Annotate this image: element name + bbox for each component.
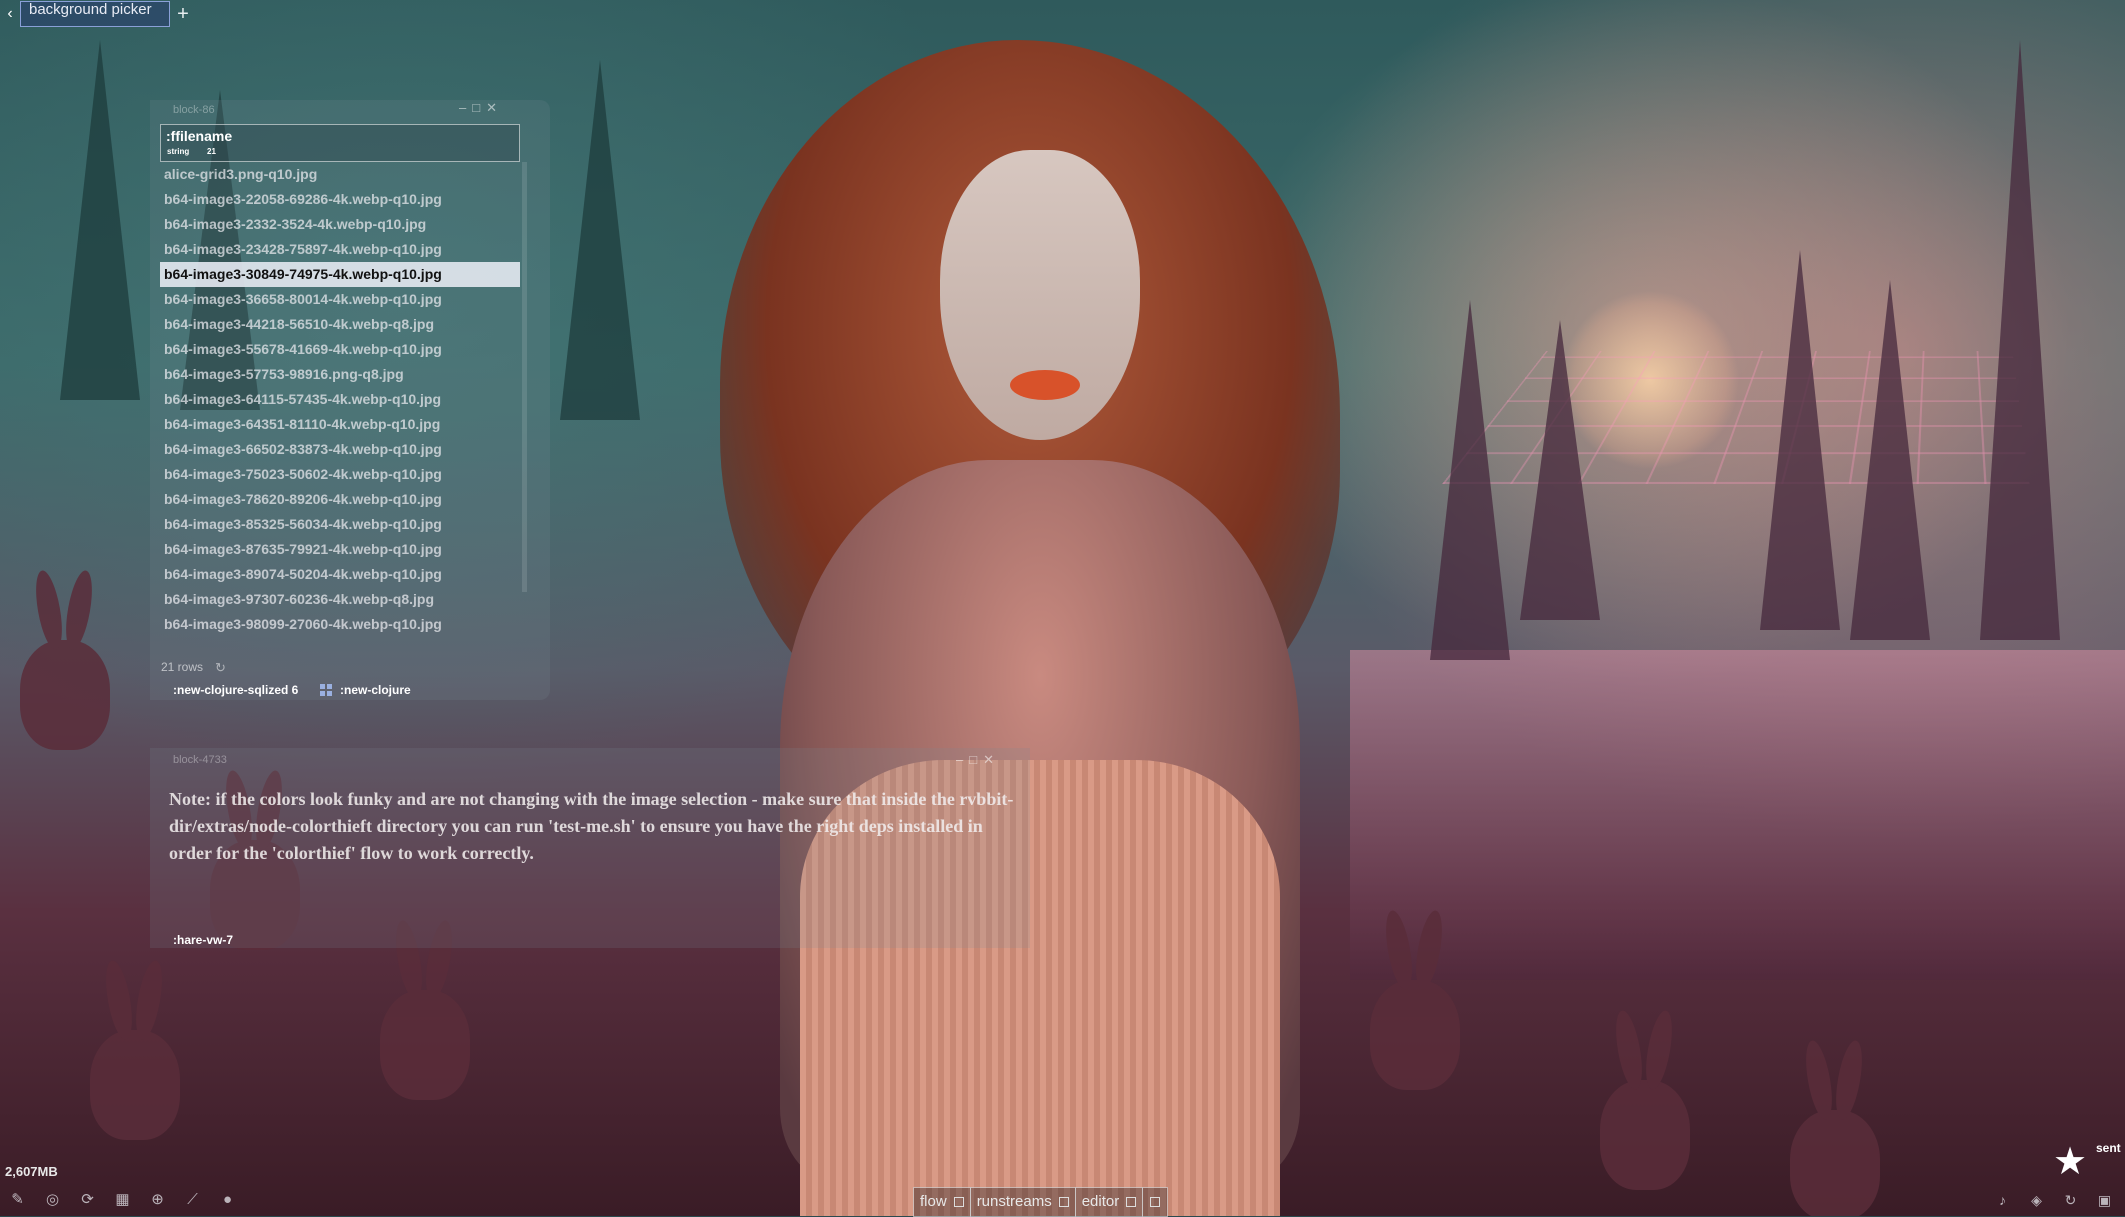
tab-back-button[interactable]: ‹	[0, 5, 20, 23]
refresh-icon[interactable]: ↻	[215, 660, 226, 676]
panel-title: block-86	[173, 104, 215, 116]
list-item[interactable]: b64-image3-57753-98916.png-q8.jpg	[160, 362, 520, 387]
tab-bar: ‹ background picker +	[0, 0, 196, 28]
expand-icon	[1058, 1197, 1069, 1207]
row-count: 21 rows	[161, 660, 204, 674]
mode-label: runstreams	[976, 1193, 1052, 1210]
list-item[interactable]: b64-image3-85325-56034-4k.webp-q10.jpg	[160, 512, 520, 537]
block-ref-new-clojure[interactable]: :new-clojure	[340, 683, 411, 697]
list-item[interactable]: b64-image3-44218-56510-4k.webp-q8.jpg	[160, 312, 520, 337]
woman-figure	[720, 40, 1340, 1216]
list-item[interactable]: b64-image3-66502-83873-4k.webp-q10.jpg	[160, 437, 520, 462]
lock-button[interactable]	[1142, 1187, 1169, 1217]
layers-icon[interactable]: ◈	[2027, 1191, 2046, 1210]
table-icon[interactable]: ▦	[113, 1190, 132, 1209]
save-icon[interactable]: ▣	[2095, 1191, 2114, 1210]
sent-label: sent	[2096, 1141, 2121, 1155]
list-item[interactable]: b64-image3-22058-69286-4k.webp-q10.jpg	[160, 187, 520, 212]
maximize-icon[interactable]: □	[969, 752, 983, 767]
list-item[interactable]: b64-image3-75023-50602-4k.webp-q10.jpg	[160, 462, 520, 487]
tree	[1760, 250, 1840, 630]
mode-label: editor	[1081, 1193, 1120, 1210]
rabbit	[1600, 1080, 1690, 1190]
list-item[interactable]: b64-image3-30849-74975-4k.webp-q10.jpg	[160, 262, 520, 287]
list-item[interactable]: b64-image3-87635-79921-4k.webp-q10.jpg	[160, 537, 520, 562]
lock-icon	[1150, 1197, 1161, 1207]
window-controls[interactable]: –□✕	[459, 100, 503, 116]
expand-icon	[953, 1197, 964, 1207]
rabbit	[20, 640, 110, 750]
field-header[interactable]: :ffilename string 21	[160, 124, 520, 162]
block-ref-hare[interactable]: :hare-vw-7	[173, 933, 233, 947]
mode-label: flow	[920, 1193, 947, 1210]
microphone-icon[interactable]: ●	[218, 1190, 237, 1209]
star-icon[interactable]: ★	[2053, 1143, 2087, 1181]
list-item[interactable]: b64-image3-23428-75897-4k.webp-q10.jpg	[160, 237, 520, 262]
tree	[1850, 280, 1930, 640]
mode-editor-button[interactable]: editor	[1074, 1187, 1144, 1217]
signal-icon[interactable]: ⟋	[183, 1190, 202, 1209]
mode-runstreams-button[interactable]: runstreams	[969, 1187, 1076, 1217]
list-item[interactable]: alice-grid3.png-q10.jpg	[160, 162, 520, 187]
minimize-icon[interactable]: –	[956, 752, 969, 767]
expand-icon	[1126, 1197, 1137, 1207]
tree	[1980, 40, 2060, 640]
close-icon[interactable]: ✕	[486, 100, 503, 115]
rabbit	[1790, 1110, 1880, 1216]
list-item[interactable]: b64-image3-89074-50204-4k.webp-q10.jpg	[160, 562, 520, 587]
note-text: Note: if the colors look funky and are n…	[169, 789, 1014, 863]
globe-icon[interactable]: ⊕	[148, 1190, 167, 1209]
lake	[1350, 650, 2125, 980]
right-toolbar: ♪ ◈ ↻ ▣	[1993, 1191, 2114, 1210]
refresh-icon[interactable]: ⟳	[78, 1190, 97, 1209]
maximize-icon[interactable]: □	[472, 100, 486, 115]
lips	[1010, 370, 1080, 400]
list-item[interactable]: b64-image3-64115-57435-4k.webp-q10.jpg	[160, 387, 520, 412]
minimize-icon[interactable]: –	[459, 100, 472, 115]
list-item[interactable]: b64-image3-55678-41669-4k.webp-q10.jpg	[160, 337, 520, 362]
list-item[interactable]: b64-image3-98099-27060-4k.webp-q10.jpg	[160, 612, 520, 637]
tree	[1520, 320, 1600, 620]
mode-flow-button[interactable]: flow	[913, 1187, 971, 1217]
list-item[interactable]: b64-image3-78620-89206-4k.webp-q10.jpg	[160, 487, 520, 512]
left-toolbar: ✎ ◎ ⟳ ▦ ⊕ ⟋ ●	[8, 1190, 237, 1209]
pen-off-icon[interactable]: ✎	[8, 1190, 27, 1209]
list-item[interactable]: b64-image3-2332-3524-4k.webp-q10.jpg	[160, 212, 520, 237]
list-item[interactable]: b64-image3-97307-60236-4k.webp-q8.jpg	[160, 587, 520, 612]
tree	[60, 40, 140, 400]
panel-title: block-4733	[173, 754, 227, 766]
file-list[interactable]: alice-grid3.png-q10.jpg b64-image3-22058-…	[160, 162, 520, 637]
tree	[560, 60, 640, 420]
rabbit	[1370, 980, 1460, 1090]
list-scrollbar[interactable]	[522, 162, 527, 592]
eye-off-icon[interactable]: ◎	[43, 1190, 62, 1209]
memory-usage: 2,607MB	[5, 1164, 58, 1179]
rabbit	[90, 1030, 180, 1140]
rabbit	[380, 990, 470, 1100]
mode-switcher: flow runstreams editor	[913, 1187, 1169, 1217]
field-count: 21	[207, 147, 216, 156]
field-name: :ffilename	[166, 128, 233, 144]
list-item[interactable]: b64-image3-36658-80014-4k.webp-q10.jpg	[160, 287, 520, 312]
field-type: string	[167, 147, 190, 156]
close-icon[interactable]: ✕	[983, 752, 1000, 767]
tree	[1430, 300, 1510, 660]
list-item[interactable]: b64-image3-64351-81110-4k.webp-q10.jpg	[160, 412, 520, 437]
tab-background-picker[interactable]: background picker	[20, 1, 170, 27]
block-ref-sqlized[interactable]: :new-clojure-sqlized 6	[173, 683, 298, 697]
bell-icon[interactable]: ♪	[1993, 1191, 2012, 1210]
grid-icon	[320, 684, 332, 696]
sync-icon[interactable]: ↻	[2061, 1191, 2080, 1210]
add-tab-button[interactable]: +	[170, 3, 196, 26]
window-controls[interactable]: –□✕	[956, 752, 1000, 768]
